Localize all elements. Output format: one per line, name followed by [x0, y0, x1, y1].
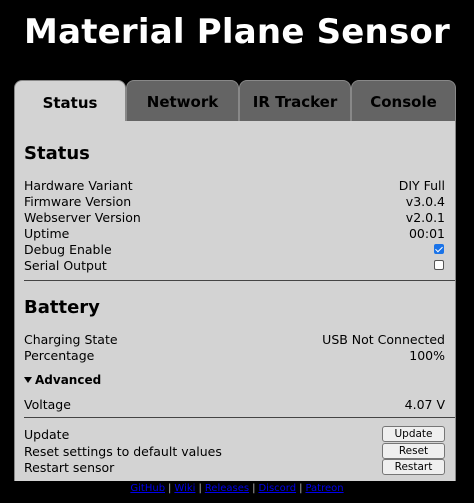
- footer-links: GitHub | Wiki | Releases | Discord | Patreon: [0, 483, 474, 494]
- separator: |: [168, 483, 172, 494]
- percentage-row: Percentage 100%: [24, 347, 445, 363]
- patreon-link[interactable]: Patreon: [305, 483, 343, 494]
- restart-button[interactable]: Restart: [382, 459, 445, 475]
- update-button[interactable]: Update: [382, 426, 445, 442]
- row-label: Firmware Version: [24, 193, 132, 209]
- reset-button[interactable]: Reset: [382, 443, 445, 459]
- row-value: DIY Full: [398, 177, 445, 193]
- percentage-label: Percentage: [24, 347, 95, 363]
- discord-link[interactable]: Discord: [258, 483, 296, 494]
- update-row: Update Update: [24, 426, 445, 442]
- reset-row: Reset settings to default values Reset: [24, 443, 445, 459]
- reset-label: Reset settings to default values: [24, 443, 222, 459]
- voltage-value: 4.07 V: [404, 396, 445, 412]
- advanced-label: Advanced: [35, 373, 102, 387]
- tab-bar: Status Network IR Tracker Console: [14, 80, 456, 124]
- firmware-version-row: Firmware Version v3.0.4: [24, 193, 445, 209]
- serial-output-checkbox[interactable]: [434, 260, 444, 270]
- separator: |: [198, 483, 202, 494]
- serial-output-row: Serial Output: [24, 257, 445, 273]
- row-value: v2.0.1: [405, 209, 445, 225]
- tab-status[interactable]: Status: [14, 80, 126, 124]
- tab-network[interactable]: Network: [126, 80, 239, 122]
- divider: [24, 417, 455, 418]
- caret-down-icon: [24, 377, 32, 383]
- row-label: Uptime: [24, 225, 70, 241]
- row-label: Hardware Variant: [24, 177, 133, 193]
- status-panel: Status Hardware Variant DIY Full Firmwar…: [14, 121, 456, 481]
- tab-console[interactable]: Console: [351, 80, 456, 122]
- restart-label: Restart sensor: [24, 459, 115, 475]
- releases-link[interactable]: Releases: [205, 483, 249, 494]
- github-link[interactable]: GitHub: [130, 483, 165, 494]
- update-label: Update: [24, 426, 70, 442]
- battery-heading: Battery: [24, 297, 100, 318]
- separator: |: [252, 483, 256, 494]
- webserver-version-row: Webserver Version v2.0.1: [24, 209, 445, 225]
- row-label: Webserver Version: [24, 209, 141, 225]
- divider: [24, 280, 455, 281]
- percentage-value: 100%: [409, 347, 445, 363]
- debug-enable-checkbox[interactable]: [434, 244, 444, 254]
- charging-state-value: USB Not Connected: [322, 331, 445, 347]
- row-value: 00:01: [408, 225, 445, 241]
- wiki-link[interactable]: Wiki: [174, 483, 195, 494]
- uptime-row: Uptime 00:01: [24, 225, 445, 241]
- status-heading: Status: [24, 143, 90, 164]
- charging-state-label: Charging State: [24, 331, 118, 347]
- charging-state-row: Charging State USB Not Connected: [24, 331, 445, 347]
- hardware-variant-row: Hardware Variant DIY Full: [24, 177, 445, 193]
- voltage-label: Voltage: [24, 396, 71, 412]
- separator: |: [299, 483, 303, 494]
- serial-output-label: Serial Output: [24, 257, 107, 273]
- row-value: v3.0.4: [405, 193, 445, 209]
- debug-enable-row: Debug Enable: [24, 241, 445, 257]
- restart-row: Restart sensor Restart: [24, 459, 445, 475]
- debug-enable-label: Debug Enable: [24, 241, 112, 257]
- tab-ir-tracker[interactable]: IR Tracker: [239, 80, 351, 122]
- page-title: Material Plane Sensor: [24, 12, 450, 52]
- advanced-toggle[interactable]: Advanced: [24, 373, 101, 387]
- voltage-row: Voltage 4.07 V: [24, 396, 445, 412]
